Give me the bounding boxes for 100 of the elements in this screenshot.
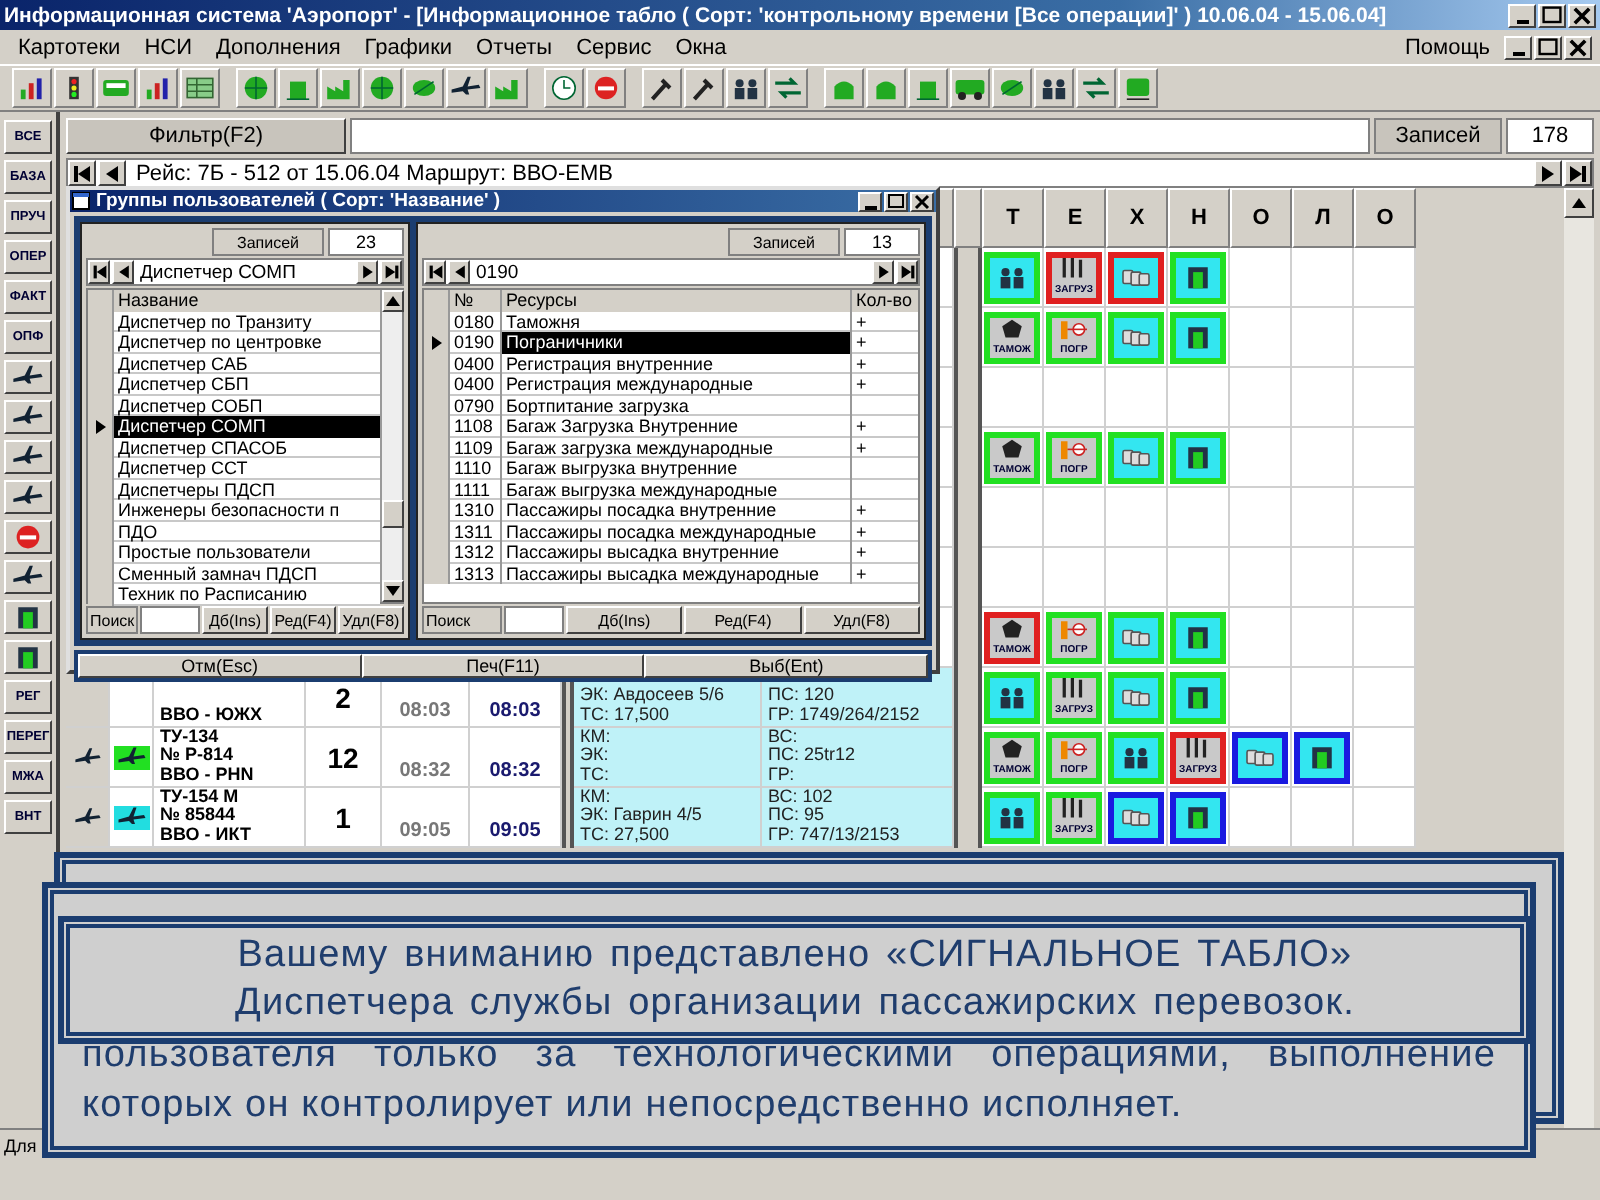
minimize-button[interactable] [858, 191, 882, 211]
list-row[interactable]: 1108 Багаж Загрузка Внутренние + [424, 416, 918, 437]
filter-button[interactable]: Фильтр(F2) [66, 118, 346, 154]
minimize-button[interactable] [1504, 35, 1532, 59]
next-button[interactable] [1534, 160, 1562, 186]
menu-item[interactable]: НСИ [134, 33, 202, 61]
first-record-button[interactable] [68, 160, 96, 186]
list-row[interactable]: 0790 Бортпитание загрузка [424, 395, 918, 416]
last-record-button[interactable] [380, 260, 402, 284]
menu-item[interactable]: Графики [354, 33, 463, 61]
toolbar-button[interactable] [138, 68, 178, 108]
action-button[interactable]: Дб(Ins) [202, 606, 268, 634]
chart-icon [16, 72, 48, 104]
toolbar-button[interactable] [446, 68, 486, 108]
toolbar-button[interactable] [1076, 68, 1116, 108]
toolbar-button[interactable] [768, 68, 808, 108]
list-row[interactable]: 1313 Пассажиры высадка международные + [424, 563, 918, 584]
status-text: Для [4, 1136, 37, 1156]
column-header: Т [982, 188, 1044, 248]
first-record-button[interactable] [424, 260, 446, 284]
planned-time: 09:05 [399, 820, 451, 842]
maximize-button[interactable] [884, 191, 908, 211]
last-record-button[interactable] [1564, 160, 1592, 186]
toolbar-button[interactable] [54, 68, 94, 108]
action-button[interactable]: Ред(F4) [684, 606, 802, 634]
list-row[interactable]: 0190 Пограничники + [424, 332, 918, 353]
list-row[interactable]: 1311 Пассажиры посадка международные + [424, 521, 918, 542]
records-count: 13 [844, 228, 920, 256]
menu-item[interactable]: Картотеки [8, 33, 131, 61]
list-row[interactable]: 0180 Таможня + [424, 311, 918, 332]
sidebar-button[interactable] [4, 360, 52, 394]
maximize-button[interactable] [1534, 35, 1562, 59]
sidebar-button[interactable] [4, 480, 52, 514]
column-header: О [1354, 188, 1416, 248]
scroll-down-button[interactable] [382, 580, 404, 602]
list-row[interactable]: 0400 Регистрация международные + [424, 374, 918, 395]
list-row[interactable]: 1110 Багаж выгрузка внутренние [424, 458, 918, 479]
plane-icon [8, 484, 48, 510]
close-button[interactable] [1564, 35, 1592, 59]
search-field[interactable] [504, 606, 564, 634]
list-row[interactable]: 0400 Регистрация внутренние + [424, 353, 918, 374]
dialog-button[interactable]: Выб(Ent) [644, 654, 929, 678]
search-field[interactable] [140, 606, 200, 634]
table-cell [1354, 428, 1416, 488]
action-button[interactable]: Ред(F4) [270, 606, 336, 634]
toolbar-button[interactable] [684, 68, 724, 108]
list-row[interactable]: 1111 Багаж выгрузка международные [424, 479, 918, 500]
action-button[interactable]: Дб(Ins) [566, 606, 683, 634]
scrollbar[interactable] [380, 290, 402, 602]
menu-item[interactable]: Окна [665, 33, 737, 61]
row-selector [88, 290, 112, 311]
first-record-button[interactable] [88, 260, 110, 284]
sidebar-button[interactable] [4, 600, 52, 634]
sidebar-button[interactable] [4, 560, 52, 594]
scrollbar[interactable] [1564, 188, 1594, 1128]
list-row[interactable]: 1310 Пассажиры посадка внутренние + [424, 500, 918, 521]
list-row[interactable]: 1109 Багаж загрузка международные + [424, 437, 918, 458]
toolbar-button[interactable] [180, 68, 220, 108]
toolbar-button[interactable] [12, 68, 52, 108]
sidebar-button[interactable] [4, 400, 52, 434]
action-button[interactable]: Удл(F8) [338, 606, 404, 634]
next-button[interactable] [356, 260, 378, 284]
action-button[interactable]: Удл(F8) [803, 606, 920, 634]
menu-item[interactable]: Сервис [566, 33, 662, 61]
flight-info: ВВО - ЮЖХ [160, 705, 262, 724]
sidebar-button[interactable] [4, 520, 52, 554]
plane-icon [73, 745, 101, 769]
scroll-up-button[interactable] [382, 290, 404, 312]
toolbar-button[interactable] [1034, 68, 1074, 108]
previous-button[interactable] [448, 260, 470, 284]
sidebar-button[interactable] [4, 440, 52, 474]
dialog-button[interactable]: Отм(Esc) [78, 654, 362, 678]
scroll-thumb[interactable] [382, 500, 404, 528]
search-label: Поиск [422, 606, 502, 634]
close-button[interactable] [1568, 3, 1596, 27]
filter-field[interactable] [350, 118, 1370, 154]
toolbar-button[interactable] [544, 68, 584, 108]
table-icon [184, 72, 216, 104]
next-button[interactable] [872, 260, 894, 284]
dialog-button[interactable]: Печ(F11) [361, 654, 645, 678]
sidebar-button[interactable] [4, 640, 52, 674]
dialog-title: Группы пользователей ( Сорт: 'Название' ) [96, 190, 503, 212]
previous-button[interactable] [98, 160, 126, 186]
list-row[interactable]: 1312 Пассажиры высадка внутренние + [424, 542, 918, 563]
luggage-icon [1118, 264, 1154, 290]
minimize-button[interactable] [1508, 3, 1536, 27]
scroll-up-button[interactable] [1564, 188, 1594, 218]
close-button[interactable] [910, 191, 934, 211]
toolbar-button[interactable] [726, 68, 766, 108]
menu-item[interactable]: Дополнения [205, 33, 351, 61]
previous-button[interactable] [112, 260, 134, 284]
load-info: ПС: 95 [768, 806, 826, 825]
toolbar-button[interactable] [642, 68, 682, 108]
crew-info: КМ: [580, 787, 613, 806]
toolbar-button[interactable] [950, 68, 990, 108]
menu-item[interactable]: Отчеты [466, 33, 563, 61]
barrier-icon [1056, 438, 1092, 464]
help-menu[interactable]: Помощь [1395, 33, 1500, 61]
maximize-button[interactable] [1538, 3, 1566, 27]
last-record-button[interactable] [896, 260, 918, 284]
